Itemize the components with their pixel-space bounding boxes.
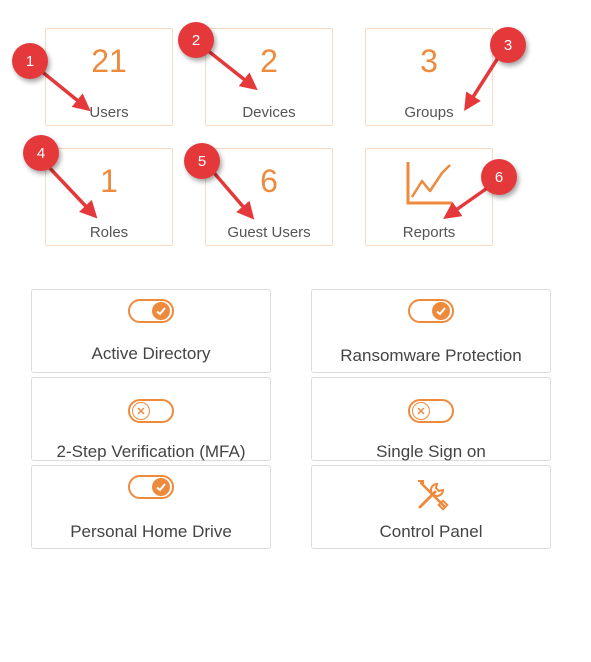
- x-circle-icon: [132, 402, 150, 420]
- reports-label: Reports: [402, 224, 456, 241]
- callout-badge-1: 1: [12, 43, 48, 79]
- check-icon: [432, 302, 450, 320]
- devices-tile[interactable]: 2 Devices: [205, 28, 333, 126]
- check-icon: [152, 302, 170, 320]
- roles-tile[interactable]: 1 Roles: [45, 148, 173, 246]
- reports-tile[interactable]: Reports: [365, 148, 493, 246]
- check-icon: [152, 478, 170, 496]
- groups-label: Groups: [404, 104, 454, 121]
- single-sign-on-toggle[interactable]: [408, 399, 454, 423]
- callout-badge-2: 2: [178, 22, 214, 58]
- callout-badge-3: 3: [490, 27, 526, 63]
- single-sign-on-tile[interactable]: Single Sign on: [311, 377, 551, 461]
- users-count: 21: [91, 43, 127, 79]
- devices-count: 2: [260, 43, 278, 79]
- control-panel-label: Control Panel: [379, 522, 483, 541]
- active-directory-toggle[interactable]: [128, 299, 174, 323]
- roles-count: 1: [100, 163, 118, 199]
- personal-home-drive-tile[interactable]: Personal Home Drive: [31, 465, 271, 549]
- two-step-verification-tile[interactable]: 2-Step Verification (MFA): [31, 377, 271, 461]
- guest-users-label: Guest Users: [227, 224, 311, 241]
- two-step-verification-toggle[interactable]: [128, 399, 174, 423]
- single-sign-on-label: Single Sign on: [376, 442, 486, 461]
- control-panel-tile[interactable]: Control Panel: [311, 465, 551, 549]
- personal-home-drive-label: Personal Home Drive: [70, 522, 232, 541]
- active-directory-label: Active Directory: [91, 344, 211, 363]
- callout-badge-5: 5: [184, 143, 220, 179]
- chart-line-icon: [406, 162, 452, 205]
- x-circle-icon: [412, 402, 430, 420]
- roles-label: Roles: [89, 224, 129, 241]
- groups-count: 3: [420, 43, 438, 79]
- callout-badge-4: 4: [23, 135, 59, 171]
- users-tile[interactable]: 21 Users: [45, 28, 173, 126]
- callout-badge-6: 6: [481, 159, 517, 195]
- ransomware-protection-tile[interactable]: Ransomware Protection: [311, 289, 551, 373]
- groups-tile[interactable]: 3 Groups: [365, 28, 493, 126]
- active-directory-tile[interactable]: Active Directory: [31, 289, 271, 373]
- two-step-verification-label: 2-Step Verification (MFA): [56, 442, 246, 461]
- tools-icon: [418, 480, 449, 511]
- ransomware-protection-toggle[interactable]: [408, 299, 454, 323]
- personal-home-drive-toggle[interactable]: [128, 475, 174, 499]
- ransomware-protection-label: Ransomware Protection: [340, 346, 522, 365]
- devices-label: Devices: [242, 104, 296, 121]
- guest-users-tile[interactable]: 6 Guest Users: [205, 148, 333, 246]
- guest-users-count: 6: [260, 163, 278, 199]
- users-label: Users: [89, 104, 129, 121]
